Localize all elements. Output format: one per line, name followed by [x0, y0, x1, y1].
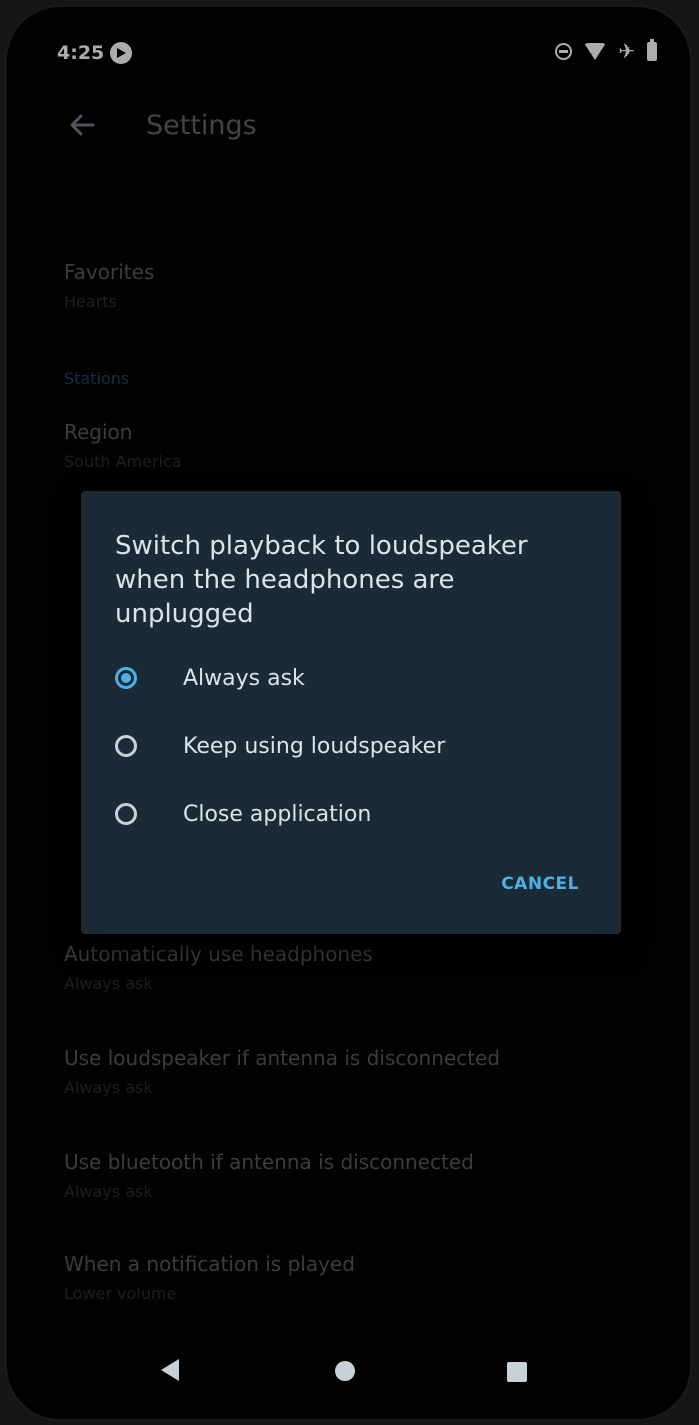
- triangle-back-icon[interactable]: [149, 1350, 189, 1390]
- phone-screen: 4:25 ✈ Settings Favorites Hearts Station…: [4, 4, 693, 1422]
- radio-button-checked-icon[interactable]: [115, 667, 137, 689]
- radio-button-unchecked-icon[interactable]: [115, 735, 137, 757]
- navigation-bar: [4, 1322, 693, 1422]
- headphones-unplugged-dialog: Switch playback to loudspeaker when the …: [81, 491, 621, 934]
- radio-keep-loudspeaker[interactable]: Keep using loudspeaker: [115, 724, 445, 768]
- square-recents-icon[interactable]: [495, 1352, 539, 1392]
- radio-label: Keep using loudspeaker: [183, 733, 446, 759]
- radio-label: Close application: [183, 801, 372, 827]
- radio-label: Always ask: [183, 665, 305, 691]
- radio-always-ask[interactable]: Always ask: [115, 656, 305, 700]
- cancel-button[interactable]: CANCEL: [493, 864, 587, 904]
- circle-home-icon[interactable]: [326, 1352, 364, 1390]
- radio-close-application[interactable]: Close application: [115, 792, 371, 836]
- dialog-title: Switch playback to loudspeaker when the …: [115, 531, 528, 629]
- radio-button-unchecked-icon[interactable]: [115, 803, 137, 825]
